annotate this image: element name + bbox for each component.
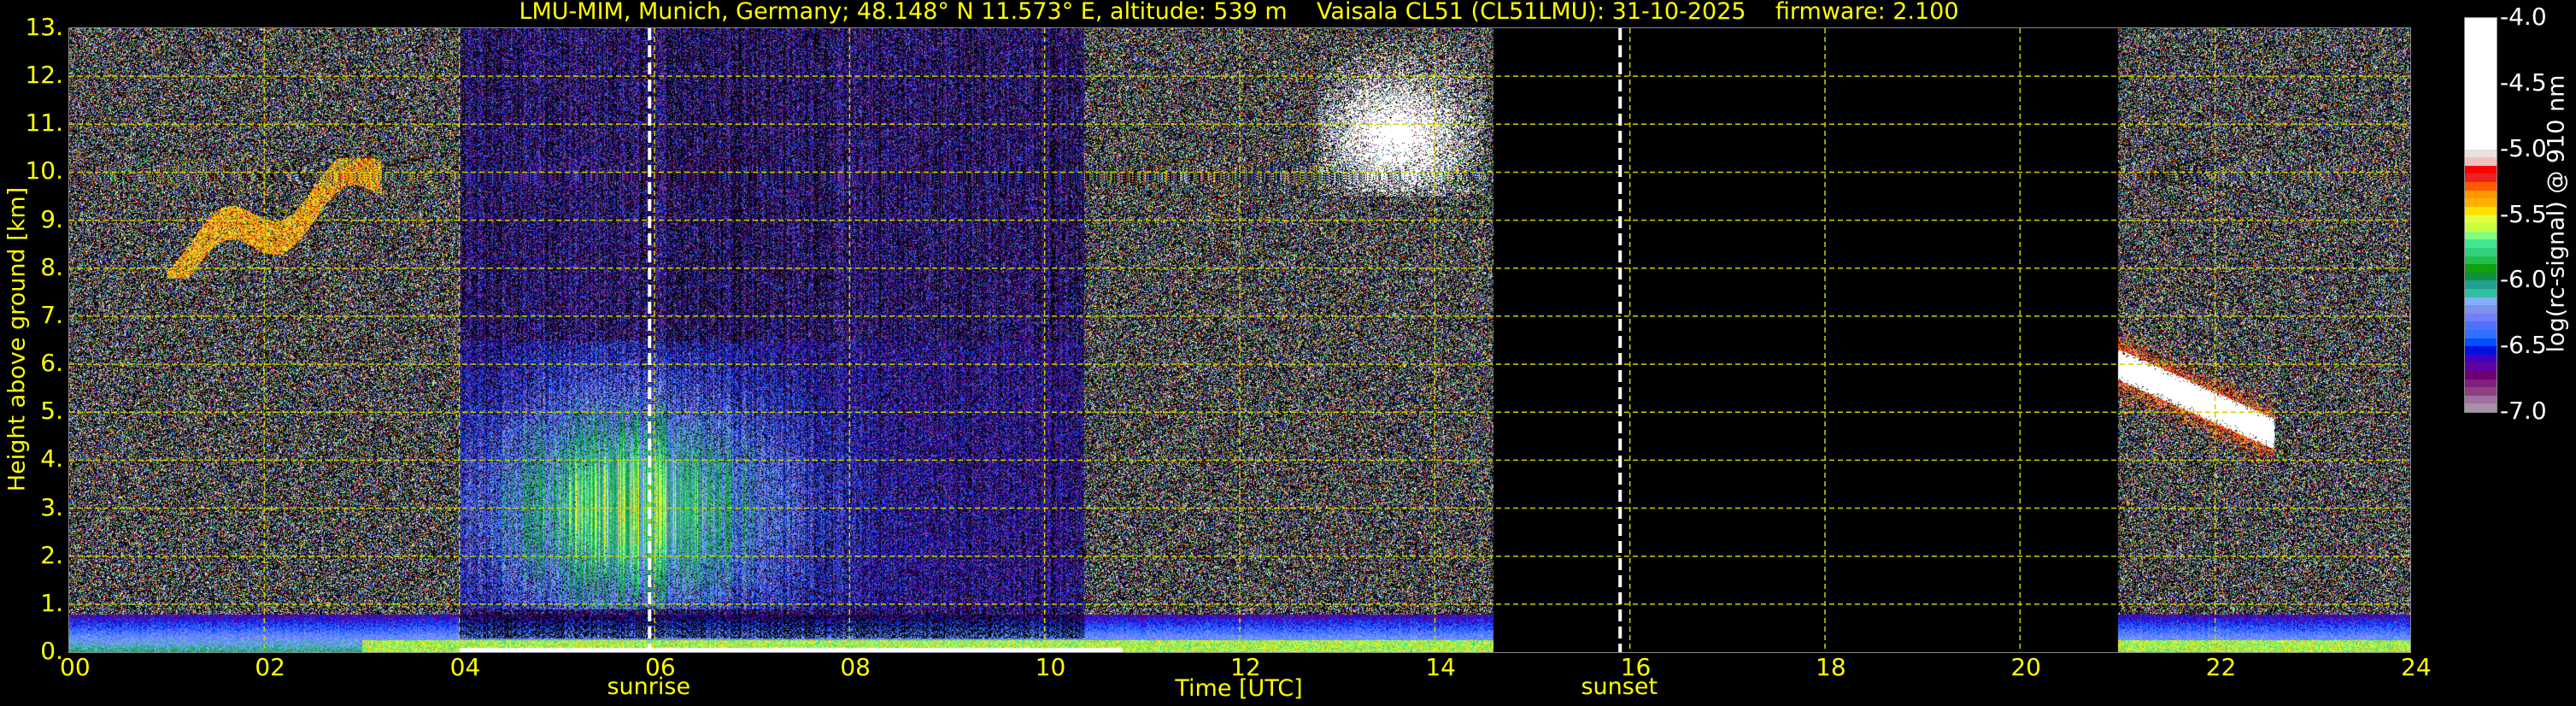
colorbar-swatch: [2465, 403, 2497, 412]
colorbar-swatch: [2465, 379, 2497, 388]
x-tick-label: 00: [60, 653, 91, 681]
colorbar-swatch: [2465, 386, 2497, 396]
colorbar-swatch: [2465, 174, 2497, 183]
colorbar-swatch: [2465, 313, 2497, 322]
colorbar-swatch: [2465, 149, 2497, 158]
y-tick-label: 3.: [40, 492, 63, 521]
plot-area: [68, 27, 2411, 653]
colorbar-swatch: [2465, 206, 2497, 215]
y-tick-label: 0.: [40, 637, 63, 665]
colorbar-swatch: [2465, 165, 2497, 174]
colorbar-swatch: [2465, 238, 2497, 248]
grid-overlay: [69, 28, 2410, 652]
colorbar-swatch: [2465, 329, 2497, 338]
colorbar-swatch: [2465, 181, 2497, 191]
colorbar-swatch: [2465, 247, 2497, 256]
colorbar-swatch: [2465, 395, 2497, 404]
y-tick-label: 13.: [25, 13, 63, 41]
x-tick-label: 04: [449, 653, 481, 681]
event-label-sunset: sunset: [1581, 674, 1658, 700]
colorbar-swatch: [2465, 297, 2497, 306]
x-tick-label: 02: [255, 653, 285, 681]
chart-title: LMU-MIM, Munich, Germany; 48.148° N 11.5…: [519, 0, 1959, 25]
colorbar-tick-label: -4.0: [2500, 3, 2547, 31]
colorbar-swatch: [2465, 370, 2497, 379]
colorbar-swatch: [2465, 256, 2497, 265]
colorbar-tick-label: -6.0: [2500, 265, 2547, 294]
colorbar-swatch: [2465, 272, 2497, 281]
colorbar-swatch: [2465, 304, 2497, 314]
colorbar-swatch: [2465, 321, 2497, 330]
y-tick-label: 2.: [40, 540, 63, 569]
y-tick-label: 11.: [25, 109, 63, 138]
x-tick-label: 24: [2401, 653, 2432, 681]
x-tick-label: 22: [2205, 653, 2237, 681]
x-tick-label: 10: [1035, 653, 1066, 681]
colorbar-swatch: [2465, 354, 2497, 363]
colorbar-tick-label: -4.5: [2500, 68, 2547, 97]
x-tick-label: 08: [840, 653, 871, 681]
x-tick-label: 18: [1816, 653, 1846, 681]
colorbar-swatch: [2465, 263, 2497, 273]
colorbar-tick-label: -6.5: [2500, 331, 2547, 360]
y-tick-label: 1.: [40, 588, 63, 617]
colorbar-tick-label: -7.0: [2500, 397, 2547, 425]
y-tick-label: 12.: [25, 61, 63, 90]
x-tick-label: 14: [1425, 653, 1456, 681]
colorbar-label: log(rc-signal) @ 910 nm: [2543, 74, 2570, 353]
y-axis-label: Height above ground [km]: [3, 186, 31, 492]
colorbar-swatch: [2465, 190, 2497, 199]
x-axis-label: Time [UTC]: [1175, 675, 1303, 702]
colorbar-swatch: [2465, 279, 2497, 289]
y-tick-label: 10.: [25, 156, 63, 185]
colorbar-swatch: [2465, 288, 2497, 297]
colorbar: [2464, 17, 2497, 413]
colorbar-swatch: [2465, 362, 2497, 371]
event-label-sunrise: sunrise: [607, 674, 691, 700]
colorbar-swatch: [2465, 345, 2497, 355]
colorbar-swatch: [2465, 215, 2497, 224]
colorbar-swatch: [2465, 231, 2497, 240]
colorbar-swatch: [2465, 18, 2497, 150]
colorbar-tick-label: -5.0: [2500, 133, 2547, 162]
colorbar-swatch: [2465, 197, 2497, 207]
colorbar-swatch: [2465, 156, 2497, 166]
colorbar-swatch: [2465, 338, 2497, 347]
colorbar-swatch: [2465, 222, 2497, 232]
x-tick-label: 20: [2010, 653, 2041, 681]
colorbar-tick-label: -5.5: [2500, 199, 2547, 228]
